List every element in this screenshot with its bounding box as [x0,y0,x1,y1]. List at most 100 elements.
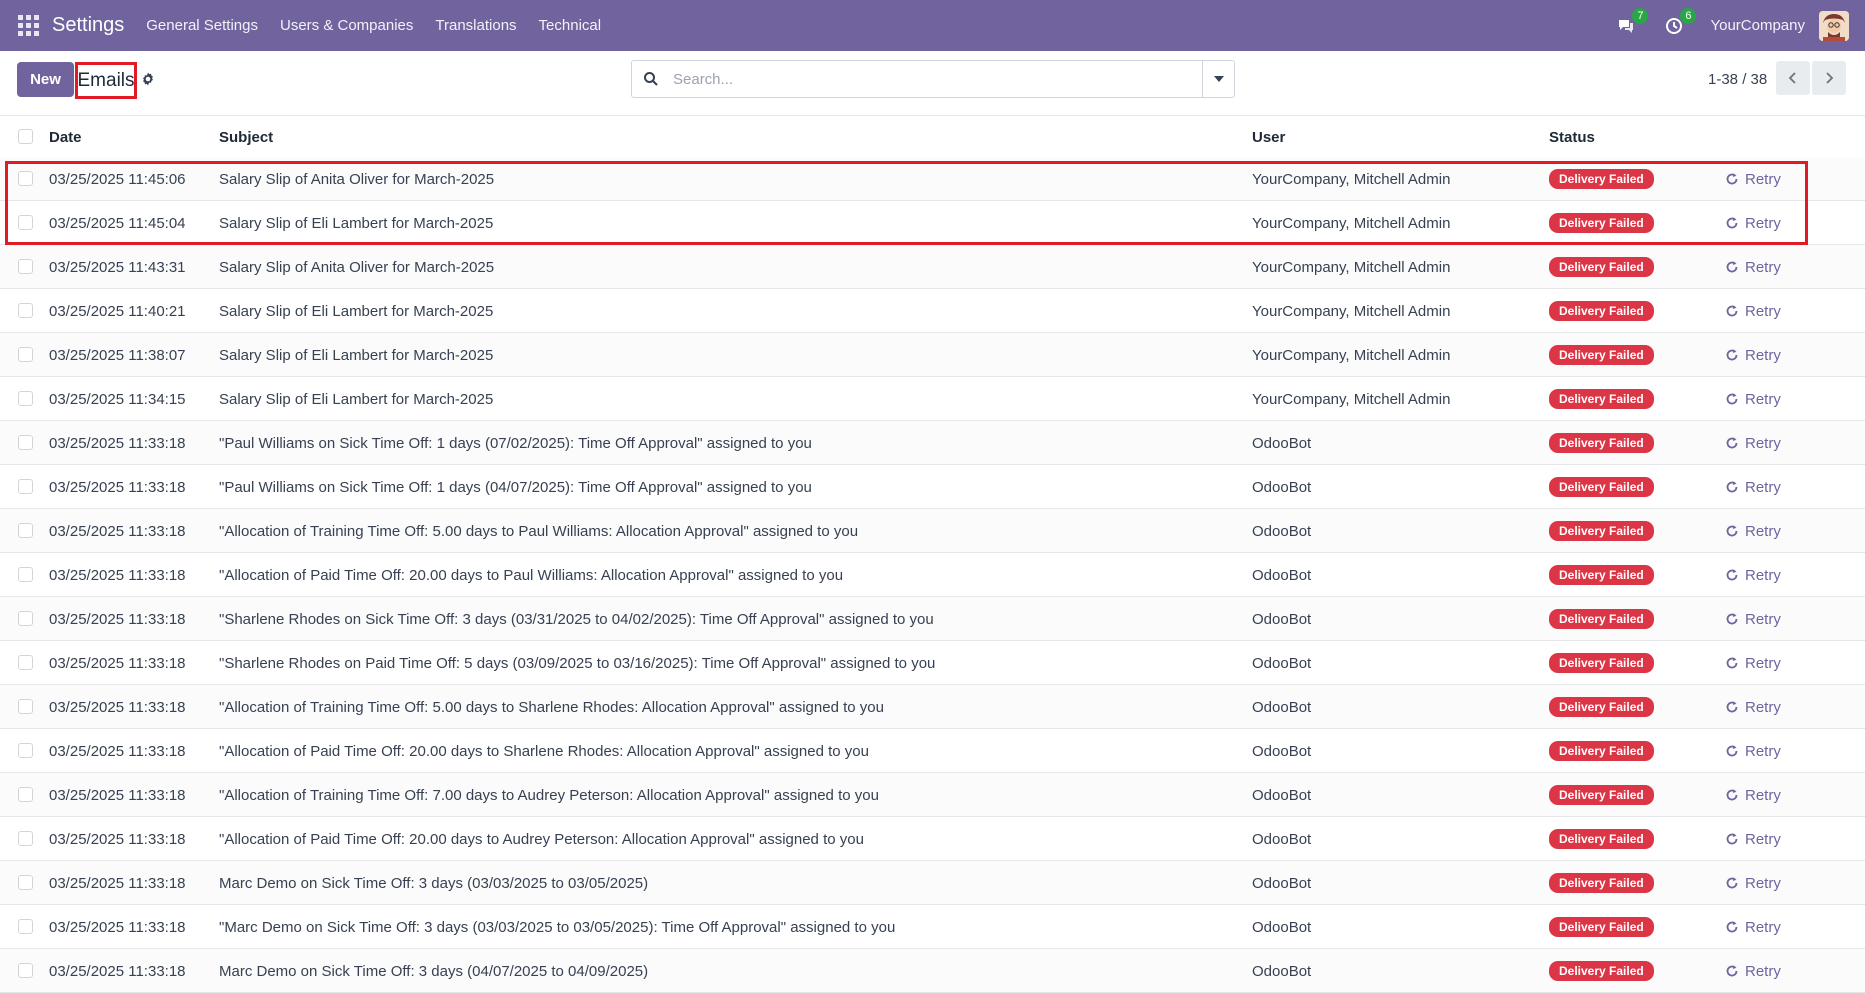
retry-button[interactable]: Retry [1725,509,1781,553]
retry-button[interactable]: Retry [1725,773,1781,817]
status-badge: Delivery Failed [1549,785,1654,805]
row-checkbox[interactable] [18,567,33,582]
column-header-subject[interactable]: Subject [219,117,273,157]
column-header-date[interactable]: Date [49,117,82,157]
retry-button[interactable]: Retry [1725,861,1781,905]
retry-label: Retry [1745,170,1781,188]
retry-icon [1726,833,1738,845]
activities-button[interactable]: 6 [1662,7,1697,38]
row-checkbox[interactable] [18,523,33,538]
row-checkbox[interactable] [18,303,33,318]
retry-button[interactable]: Retry [1725,949,1781,993]
search-input[interactable] [673,64,1193,94]
table-row[interactable]: 03/25/2025 11:45:06 Salary Slip of Anita … [0,157,1865,201]
cell-status: Delivery Failed [1549,553,1654,597]
row-checkbox[interactable] [18,391,33,406]
cell-status: Delivery Failed [1549,289,1654,333]
pager-value[interactable]: 1-38 / 38 [1708,71,1767,88]
row-checkbox[interactable] [18,787,33,802]
menu-technical[interactable]: Technical [539,17,602,34]
row-checkbox[interactable] [18,655,33,670]
row-checkbox[interactable] [18,611,33,626]
row-checkbox[interactable] [18,743,33,758]
row-checkbox[interactable] [18,259,33,274]
apps-grid-icon[interactable] [18,14,40,37]
table-row[interactable]: 03/25/2025 11:33:18 "Sharlene Rhodes on S… [0,597,1865,641]
retry-button[interactable]: Retry [1725,333,1781,377]
table-row[interactable]: 03/25/2025 11:33:18 "Allocation of Traini… [0,685,1865,729]
retry-button[interactable]: Retry [1725,377,1781,421]
cell-subject: "Paul Williams on Sick Time Off: 1 days … [219,478,812,496]
new-button[interactable]: New [17,62,74,97]
retry-button[interactable]: Retry [1725,597,1781,641]
retry-button[interactable]: Retry [1725,729,1781,773]
table-row[interactable]: 03/25/2025 11:33:18 Marc Demo on Sick Tim… [0,861,1865,905]
messages-button[interactable]: 7 [1614,7,1649,38]
table-row[interactable]: 03/25/2025 11:33:18 "Sharlene Rhodes on P… [0,641,1865,685]
table-row[interactable]: 03/25/2025 11:43:31 Salary Slip of Anita … [0,245,1865,289]
row-checkbox[interactable] [18,875,33,890]
table-row[interactable]: 03/25/2025 11:45:04 Salary Slip of Eli La… [0,201,1865,245]
row-checkbox[interactable] [18,919,33,934]
retry-button[interactable]: Retry [1725,685,1781,729]
table-row[interactable]: 03/25/2025 11:38:07 Salary Slip of Eli La… [0,333,1865,377]
table-row[interactable]: 03/25/2025 11:33:18 "Allocation of Traini… [0,509,1865,553]
retry-button[interactable]: Retry [1725,245,1781,289]
retry-button[interactable]: Retry [1725,817,1781,861]
menu-general-settings[interactable]: General Settings [146,17,258,34]
status-badge: Delivery Failed [1549,301,1654,321]
table-row[interactable]: 03/25/2025 11:33:18 "Allocation of Paid T… [0,729,1865,773]
pager-next-button[interactable] [1812,61,1846,95]
gear-icon[interactable] [140,71,156,87]
row-checkbox[interactable] [18,435,33,450]
page-title[interactable]: Emails [75,62,137,99]
cell-user: OdooBot [1252,698,1312,716]
avatar[interactable] [1819,10,1849,41]
app-name[interactable]: Settings [52,14,124,37]
retry-label: Retry [1745,302,1781,320]
column-header-user[interactable]: User [1252,117,1285,157]
table-row[interactable]: 03/25/2025 11:33:18 Marc Demo on Sick Tim… [0,949,1865,993]
cell-user: OdooBot [1252,874,1312,892]
retry-button[interactable]: Retry [1725,157,1781,201]
retry-button[interactable]: Retry [1725,905,1781,949]
status-badge: Delivery Failed [1549,741,1654,761]
table-row[interactable]: 03/25/2025 11:33:18 "Paul Williams on Sic… [0,421,1865,465]
table-row[interactable]: 03/25/2025 11:33:18 "Paul Williams on Sic… [0,465,1865,509]
retry-button[interactable]: Retry [1725,641,1781,685]
table-row[interactable]: 03/25/2025 11:33:18 "Allocation of Paid T… [0,553,1865,597]
row-checkbox[interactable] [18,831,33,846]
cell-date: 03/25/2025 11:33:18 [49,742,186,760]
table-row[interactable]: 03/25/2025 11:34:15 Salary Slip of Eli La… [0,377,1865,421]
company-switcher[interactable]: YourCompany [1710,17,1805,34]
menu-translations[interactable]: Translations [435,17,516,34]
table-row[interactable]: 03/25/2025 11:33:18 "Marc Demo on Sick Ti… [0,905,1865,949]
retry-button[interactable]: Retry [1725,201,1781,245]
row-checkbox[interactable] [18,171,33,186]
retry-icon [1726,745,1738,757]
column-header-status[interactable]: Status [1549,117,1595,157]
select-all-checkbox[interactable] [18,129,33,144]
retry-button[interactable]: Retry [1725,465,1781,509]
cell-date: 03/25/2025 11:43:31 [49,258,186,276]
retry-label: Retry [1745,390,1781,408]
retry-label: Retry [1745,258,1781,276]
cell-status: Delivery Failed [1549,377,1654,421]
table-row[interactable]: 03/25/2025 11:33:18 "Allocation of Traini… [0,773,1865,817]
row-checkbox[interactable] [18,347,33,362]
retry-button[interactable]: Retry [1725,553,1781,597]
row-checkbox[interactable] [18,479,33,494]
retry-icon [1726,481,1738,493]
row-checkbox[interactable] [18,699,33,714]
retry-button[interactable]: Retry [1725,289,1781,333]
retry-button[interactable]: Retry [1725,421,1781,465]
retry-icon [1726,569,1738,581]
row-checkbox[interactable] [18,215,33,230]
cell-user: OdooBot [1252,786,1312,804]
search-options-toggle[interactable] [1202,61,1234,97]
table-row[interactable]: 03/25/2025 11:33:18 "Allocation of Paid T… [0,817,1865,861]
cell-user: OdooBot [1252,478,1312,496]
menu-users-companies[interactable]: Users & Companies [280,17,413,34]
pager-previous-button[interactable] [1776,61,1810,95]
table-row[interactable]: 03/25/2025 11:40:21 Salary Slip of Eli La… [0,289,1865,333]
